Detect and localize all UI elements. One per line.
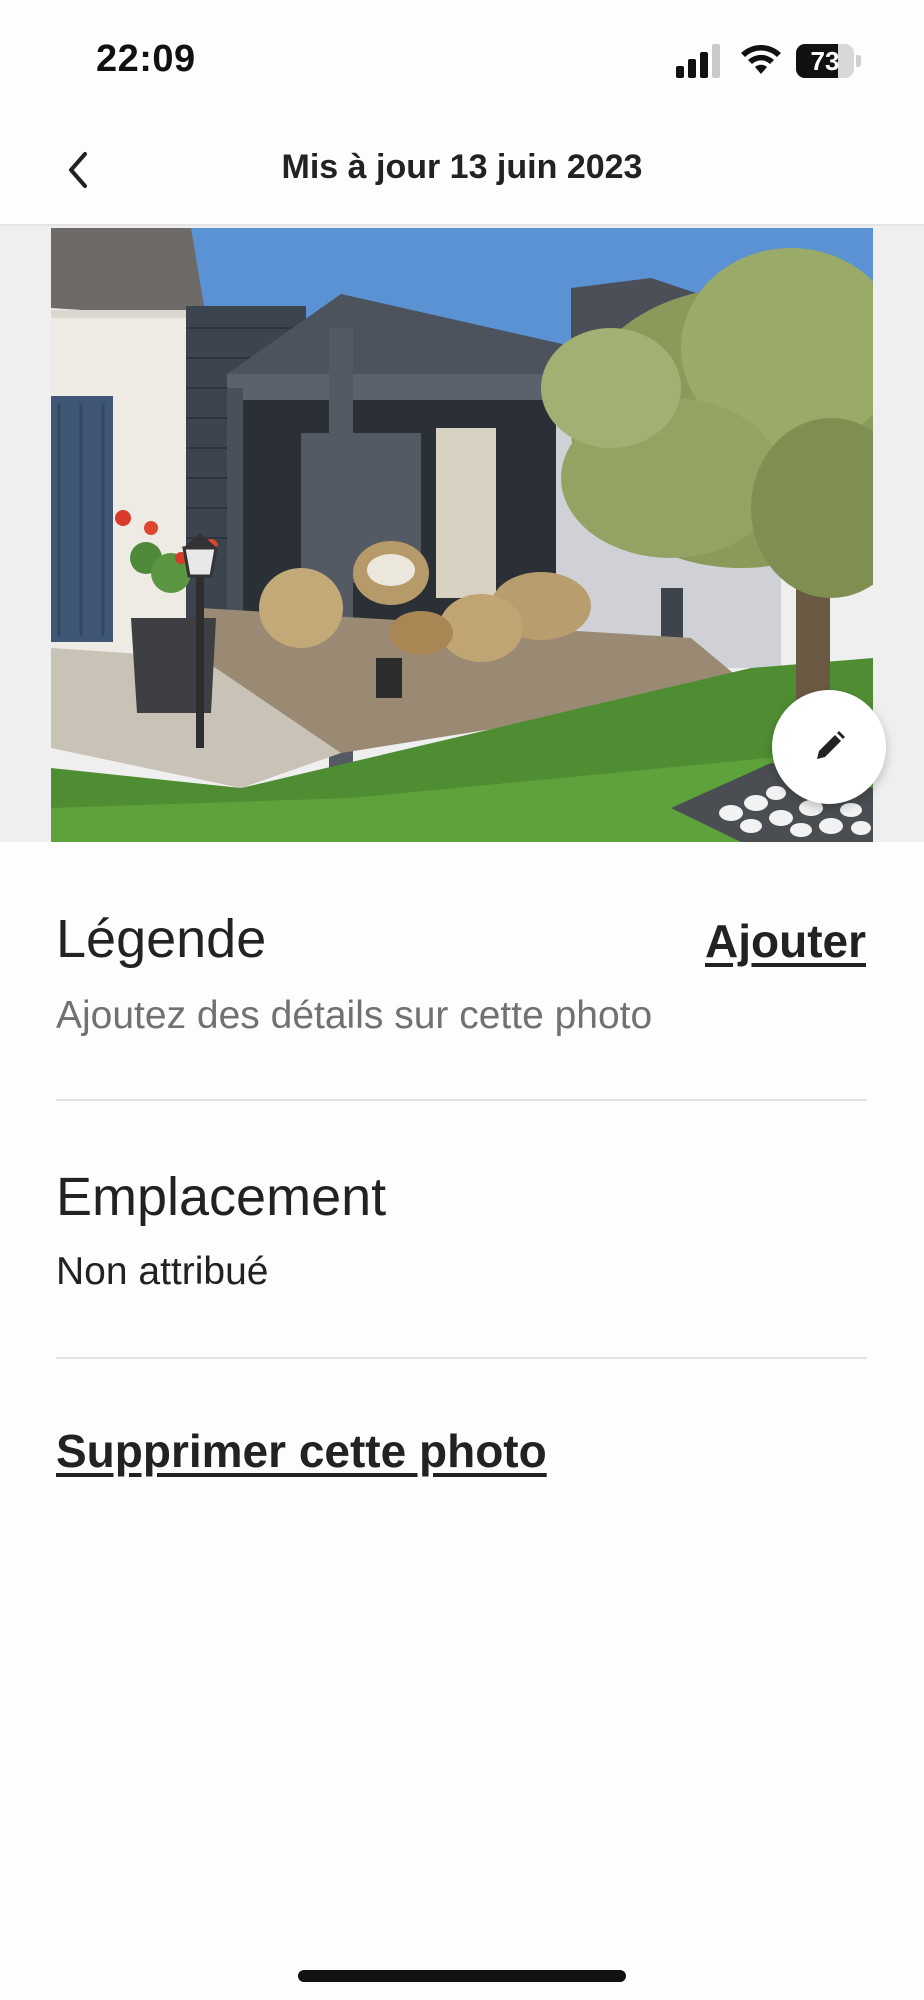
location-value: Non attribué <box>56 1250 269 1293</box>
battery-icon: 73 <box>796 44 862 78</box>
status-time: 22:09 <box>96 38 196 80</box>
caption-placeholder: Ajoutez des détails sur cette photo <box>56 994 653 1037</box>
caption-title: Légende <box>56 909 267 969</box>
status-bar: 22:09 73 <box>0 0 924 120</box>
photo-image <box>51 228 873 842</box>
nav-header: Mis à jour 13 juin 2023 <box>0 120 924 226</box>
battery-level: 73 <box>810 46 840 76</box>
edit-photo-button[interactable] <box>772 690 886 804</box>
divider <box>56 1357 867 1359</box>
pencil-icon <box>817 731 845 759</box>
location-title: Emplacement <box>56 1167 387 1227</box>
divider <box>56 1099 867 1101</box>
cellular-signal-icon <box>676 44 720 78</box>
delete-photo-link[interactable]: Supprimer cette photo <box>56 1424 547 1478</box>
listing-photo[interactable] <box>51 228 873 842</box>
add-caption-link[interactable]: Ajouter <box>705 914 866 968</box>
home-indicator[interactable] <box>298 1970 626 1982</box>
page-title: Mis à jour 13 juin 2023 <box>281 148 643 186</box>
wifi-icon <box>741 45 781 74</box>
